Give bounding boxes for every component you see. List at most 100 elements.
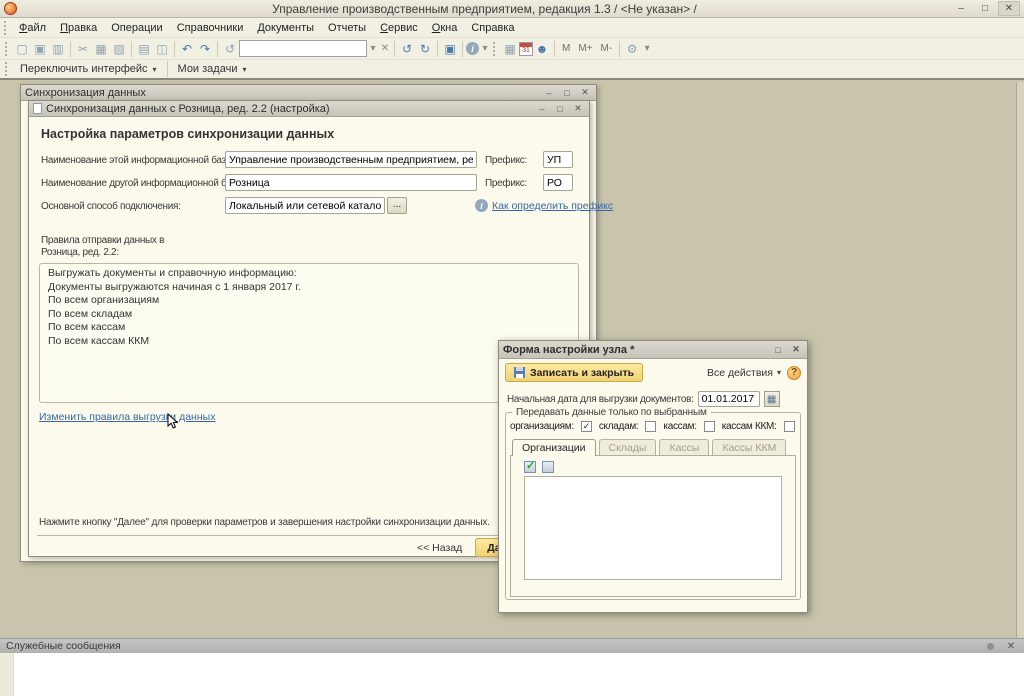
tab-kkm[interactable]: Кассы ККМ <box>712 439 786 456</box>
prefix-help-link[interactable]: Как определить префикс <box>492 200 613 212</box>
app-minimize-button[interactable]: – <box>950 1 972 16</box>
cut-icon[interactable]: ✂ <box>74 40 92 58</box>
menu-help[interactable]: Справка <box>464 20 521 36</box>
minimize-icon[interactable]: – <box>542 88 556 98</box>
start-date-input[interactable] <box>698 391 760 407</box>
connection-browse-button[interactable]: ... <box>387 197 407 214</box>
app-restore-button[interactable]: □ <box>974 1 996 16</box>
uncheck-all-icon[interactable] <box>542 461 554 473</box>
close-icon[interactable]: ✕ <box>789 344 803 355</box>
app-title: Управление производственным предприятием… <box>21 2 948 16</box>
menu-edit[interactable]: Правка <box>53 20 104 36</box>
user-lock-icon[interactable]: ☻ <box>533 40 551 58</box>
minimize-icon[interactable]: – <box>535 104 549 114</box>
mdi-workspace: Синхронизация данных – □ ✕ Синхронизация… <box>0 80 1024 638</box>
footer-note: Нажмите кнопку "Далее" для проверки пара… <box>39 517 490 528</box>
sync-window-titlebar[interactable]: Синхронизация данных – □ ✕ <box>21 85 596 101</box>
services-dropdown-icon[interactable]: ▾ <box>641 40 653 58</box>
search-icon[interactable]: ↺ <box>221 40 239 58</box>
sync-setup-title: Синхронизация данных с Розница, ред. 2.2… <box>46 103 330 115</box>
find-next-icon[interactable]: ↺ <box>398 40 416 58</box>
service-messages-titlebar[interactable]: Служебные сообщения ✕ <box>0 638 1024 653</box>
warehouses-checkbox[interactable] <box>645 421 656 432</box>
open-icon[interactable]: ▣ <box>31 40 49 58</box>
chevron-down-icon: ▾ <box>777 368 781 377</box>
node-dialog-titlebar[interactable]: Форма настройки узла * □ ✕ <box>499 341 807 359</box>
back-button[interactable]: << Назад <box>417 542 462 554</box>
menu-service[interactable]: Сервис <box>373 20 425 36</box>
other-base-input[interactable] <box>225 174 477 191</box>
maximize-icon[interactable]: □ <box>771 345 785 355</box>
memory-subtract-button[interactable]: M- <box>597 43 617 54</box>
windows-list-icon[interactable]: ▣ <box>441 40 459 58</box>
this-base-input[interactable] <box>225 151 477 168</box>
maximize-icon[interactable]: □ <box>560 88 574 98</box>
prefix-label: Префикс: <box>485 178 527 189</box>
memory-add-button[interactable]: M+ <box>574 43 596 54</box>
switch-interface-button[interactable]: Переключить интерфейс ▾ <box>13 61 164 77</box>
close-icon[interactable]: ✕ <box>1004 641 1018 652</box>
tab-organizations[interactable]: Организации <box>512 439 596 456</box>
toolbar-separator <box>462 41 463 57</box>
tab-cashboxes[interactable]: Кассы <box>659 439 709 456</box>
close-icon[interactable]: ✕ <box>578 87 592 98</box>
toolbar-separator <box>394 41 395 57</box>
search-clear-icon[interactable]: ✕ <box>379 40 391 58</box>
paste-icon[interactable]: ▧ <box>110 40 128 58</box>
kkm-checkbox[interactable] <box>784 421 795 432</box>
close-icon[interactable]: ✕ <box>571 103 585 114</box>
info-icon[interactable]: i <box>466 42 479 55</box>
app-titlebar[interactable]: Управление производственным предприятием… <box>0 0 1024 18</box>
menu-reports[interactable]: Отчеты <box>321 20 373 36</box>
tab-warehouses[interactable]: Склады <box>599 439 657 456</box>
check-all-icon[interactable] <box>524 461 536 473</box>
memory-recall-button[interactable]: M <box>558 43 574 54</box>
rules-label-line1: Правила отправки данных в <box>41 235 164 246</box>
menu-file[interactable]: Файл <box>12 20 53 36</box>
menu-catalogs[interactable]: Справочники <box>170 20 251 36</box>
copy-icon[interactable]: ▦ <box>92 40 110 58</box>
search-dropdown-icon[interactable]: ▾ <box>367 40 379 58</box>
menu-windows[interactable]: Окна <box>425 20 465 36</box>
pin-icon[interactable] <box>987 643 994 650</box>
my-tasks-button[interactable]: Мои задачи ▾ <box>171 61 254 77</box>
toolbar-grip[interactable] <box>5 42 9 56</box>
undo-icon[interactable]: ↶ <box>178 40 196 58</box>
prefix-label: Префикс: <box>485 155 527 166</box>
all-actions-button[interactable]: Все действия ▾ <box>707 367 781 379</box>
help-icon[interactable]: ? <box>787 366 801 380</box>
calendar-icon[interactable]: 31 <box>519 42 533 56</box>
save-icon[interactable]: ▥ <box>49 40 67 58</box>
rules-label-line2: Розница, ред. 2.2: <box>41 247 119 258</box>
redo-icon[interactable]: ↷ <box>196 40 214 58</box>
toolbar-separator <box>554 41 555 57</box>
cashboxes-checkbox[interactable] <box>704 421 715 432</box>
connection-input[interactable] <box>225 197 385 214</box>
app-close-button[interactable]: ✕ <box>998 1 1020 16</box>
sync-setup-titlebar[interactable]: Синхронизация данных с Розница, ред. 2.2… <box>29 101 589 117</box>
other-prefix-input[interactable] <box>543 174 573 191</box>
calculator-icon[interactable]: ▦ <box>501 40 519 58</box>
this-prefix-input[interactable] <box>543 151 573 168</box>
maximize-icon[interactable]: □ <box>553 104 567 114</box>
toolbar-grip[interactable] <box>5 62 9 76</box>
search-input[interactable] <box>239 40 367 57</box>
organizations-list[interactable] <box>524 476 782 580</box>
print-preview-icon[interactable]: ◫ <box>153 40 171 58</box>
toolbar-separator <box>174 41 175 57</box>
find-previous-icon[interactable]: ↻ <box>416 40 434 58</box>
save-and-close-button[interactable]: Записать и закрыть <box>505 363 643 382</box>
standard-toolbar: ▢ ▣ ▥ ✂ ▦ ▧ ▤ ◫ ↶ ↷ ↺ ▾ ✕ ↺ ↻ ▣ i ▾ ▦ 31… <box>0 38 1024 60</box>
info-dropdown-icon[interactable]: ▾ <box>479 40 491 58</box>
toolbar-grip[interactable] <box>4 21 8 35</box>
organizations-checkbox[interactable]: ✓ <box>581 421 592 432</box>
menu-documents[interactable]: Документы <box>250 20 321 36</box>
switch-interface-label: Переключить интерфейс <box>20 63 148 75</box>
menu-operations[interactable]: Операции <box>104 20 169 36</box>
new-document-icon[interactable]: ▢ <box>13 40 31 58</box>
services-icon[interactable]: ⚙ <box>623 40 641 58</box>
edit-rules-link[interactable]: Изменить правила выгрузки данных <box>39 411 215 423</box>
date-picker-icon[interactable]: ▦ <box>764 391 780 407</box>
toolbar-grip[interactable] <box>493 42 497 56</box>
print-icon[interactable]: ▤ <box>135 40 153 58</box>
